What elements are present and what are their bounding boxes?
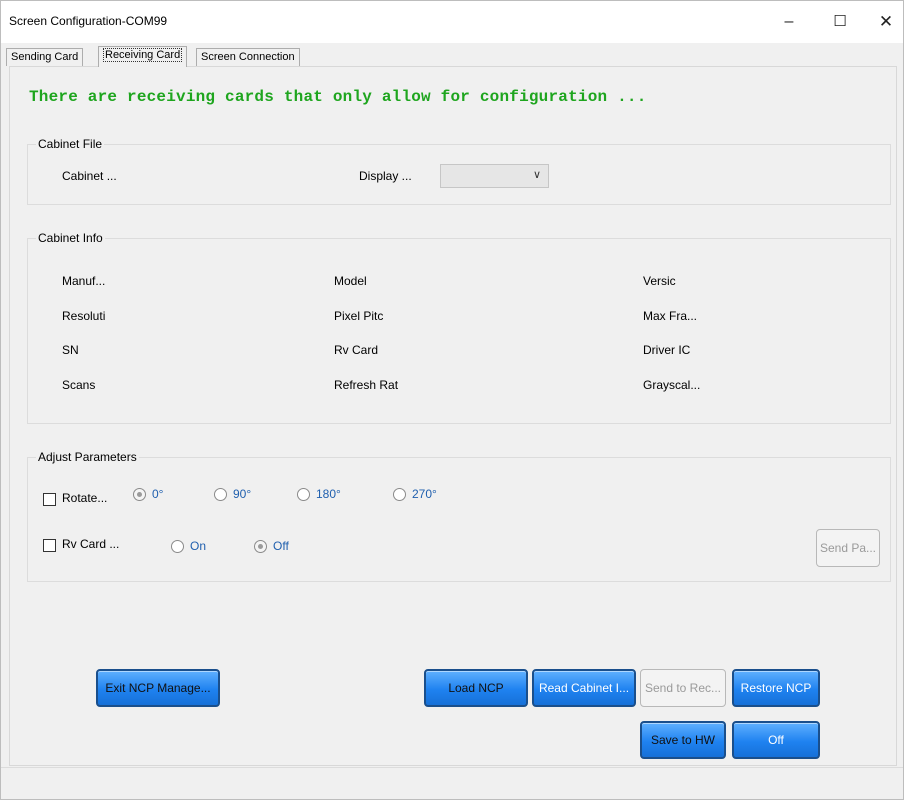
info-sn: SN	[62, 343, 79, 357]
info-max-frame: Max Fra...	[643, 309, 698, 323]
info-pixel-pitch: Pixel Pitc	[334, 309, 384, 323]
info-driver-ic: Driver IC	[643, 343, 691, 357]
rotate-270-label: 270°	[412, 487, 437, 501]
status-bar	[1, 767, 903, 799]
status-headline: There are receiving cards that only allo…	[29, 88, 647, 106]
info-refresh-rate: Refresh Rat	[334, 378, 399, 392]
tab-screen-connection[interactable]: Screen Connection	[196, 48, 300, 66]
tab-label: Screen Connection	[201, 51, 295, 63]
info-grayscale: Grayscal...	[643, 378, 701, 392]
rotate-270-radio[interactable]	[393, 488, 406, 501]
rotate-90-label: 90°	[233, 487, 252, 501]
maximize-icon[interactable]: ☐	[817, 7, 863, 37]
info-version: Versic	[643, 274, 676, 288]
rotate-0-radio[interactable]	[133, 488, 146, 501]
info-manufacturer: Manuf...	[62, 274, 106, 288]
rv-off-label: Off	[273, 539, 289, 553]
window-title: Screen Configuration-COM99	[9, 14, 168, 28]
tab-label: Receiving Card	[103, 48, 183, 62]
chevron-down-icon: ∨	[532, 169, 541, 181]
display-label: Display ...	[359, 169, 412, 183]
cabinet-label: Cabinet ...	[62, 169, 117, 183]
rotate-0-label: 0°	[152, 487, 164, 501]
cabinet-info-group: Cabinet Info Manuf... Model Versic Resol…	[27, 231, 891, 424]
receiving-card-panel: There are receiving cards that only allo…	[9, 66, 897, 766]
rotate-label: Rotate...	[62, 491, 108, 505]
cabinet-file-group: Cabinet File Cabinet ... Display ... ∨	[27, 137, 891, 205]
send-parameters-button[interactable]: Send Pa...	[816, 529, 880, 567]
rv-card-label: Rv Card ...	[62, 537, 120, 551]
tab-receiving-card[interactable]: Receiving Card	[98, 46, 188, 67]
load-ncp-button[interactable]: Load NCP	[424, 669, 528, 707]
info-rv-card: Rv Card	[334, 343, 379, 357]
exit-ncp-manage-button[interactable]: Exit NCP Manage...	[96, 669, 220, 707]
off-button[interactable]: Off	[732, 721, 820, 759]
minimize-icon[interactable]: –	[766, 7, 812, 37]
rotate-checkbox[interactable]	[43, 493, 56, 506]
info-resolution: Resoluti	[62, 309, 106, 323]
group-label: Cabinet File	[36, 137, 105, 151]
restore-ncp-button[interactable]: Restore NCP	[732, 669, 820, 707]
read-cabinet-info-button[interactable]: Read Cabinet I...	[532, 669, 636, 707]
send-to-receiving-card-button[interactable]: Send to Rec...	[640, 669, 726, 707]
rv-on-radio[interactable]	[171, 540, 184, 553]
tab-sending-card[interactable]: Sending Card	[6, 48, 84, 66]
rv-card-checkbox[interactable]	[43, 539, 56, 552]
display-select[interactable]: ∨	[440, 164, 549, 188]
tab-label: Sending Card	[11, 51, 79, 63]
rv-on-label: On	[190, 539, 207, 553]
info-model: Model	[334, 274, 367, 288]
group-label: Adjust Parameters	[36, 450, 139, 464]
group-label: Cabinet Info	[36, 231, 105, 245]
screen-configuration-window: Screen Configuration-COM99 – ☐ ✕ Sending…	[0, 0, 904, 800]
rotate-90-radio[interactable]	[214, 488, 227, 501]
adjust-parameters-group: Adjust Parameters Rotate... 0° 90° 180° …	[27, 450, 891, 582]
rv-off-radio[interactable]	[254, 540, 267, 553]
close-icon[interactable]: ✕	[863, 7, 903, 37]
title-bar: Screen Configuration-COM99 – ☐ ✕	[1, 1, 903, 43]
info-scans: Scans	[62, 378, 96, 392]
rotate-180-label: 180°	[316, 487, 341, 501]
rotate-180-radio[interactable]	[297, 488, 310, 501]
save-to-hw-button[interactable]: Save to HW	[640, 721, 726, 759]
